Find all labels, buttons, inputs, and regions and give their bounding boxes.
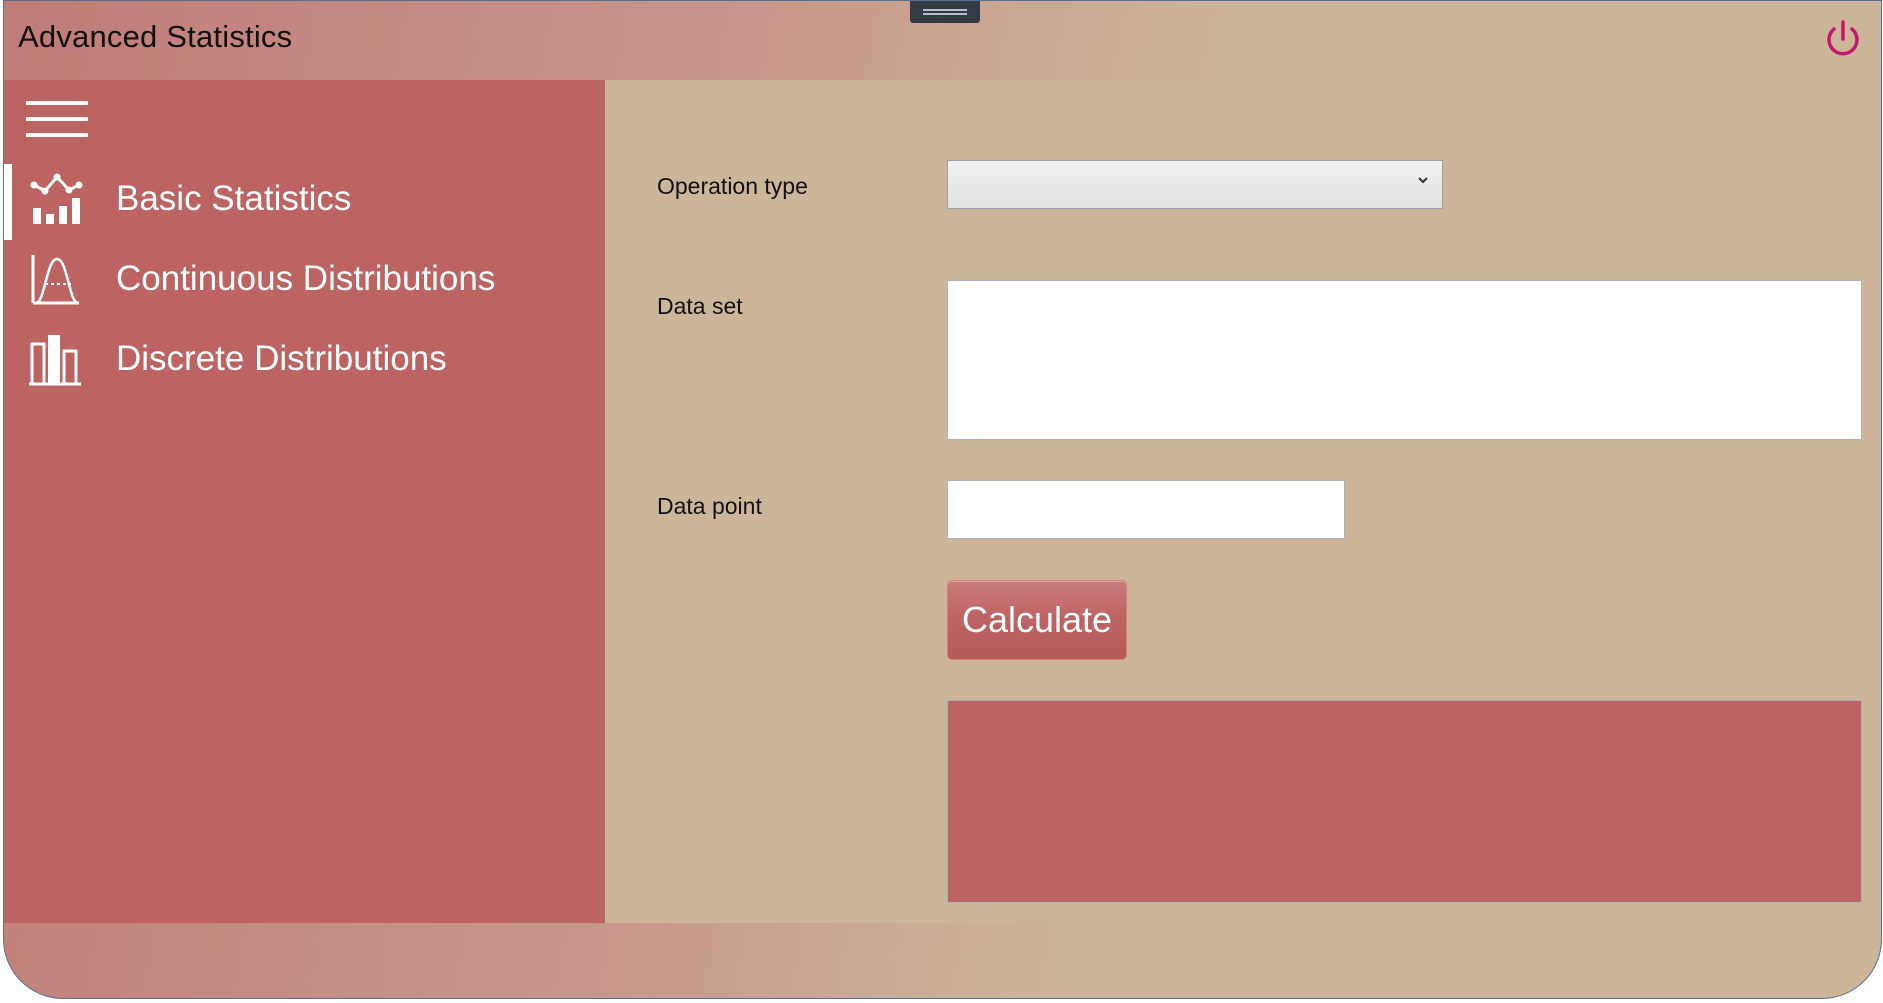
bar-chart-icon: [29, 331, 85, 387]
sidebar-item-continuous-distributions[interactable]: Continuous Distributions: [4, 241, 605, 321]
power-icon[interactable]: [1823, 19, 1863, 61]
app-window: Advanced Statistics Basic Statistics Con…: [3, 0, 1882, 999]
operation-type-dropdown[interactable]: [947, 160, 1443, 209]
result-output-panel: [947, 700, 1862, 903]
data-point-label: Data point: [657, 493, 762, 519]
sidebar-item-basic-statistics[interactable]: Basic Statistics: [4, 161, 605, 241]
window-title: Advanced Statistics: [18, 19, 293, 54]
bell-curve-icon: [29, 251, 85, 307]
window-drag-grip[interactable]: [910, 1, 980, 23]
calculate-button[interactable]: Calculate: [947, 580, 1127, 660]
chevron-down-icon: [1418, 177, 1428, 184]
selection-indicator: [4, 164, 12, 240]
data-set-textarea[interactable]: [947, 280, 1862, 440]
data-set-label: Data set: [657, 293, 743, 319]
operation-type-label: Operation type: [657, 173, 808, 199]
main-content: Operation type Data set Data point Calcu…: [605, 80, 1881, 923]
data-point-input[interactable]: [947, 480, 1345, 539]
hamburger-menu-icon[interactable]: [26, 101, 88, 139]
sidebar-item-label: Basic Statistics: [116, 179, 352, 218]
sidebar-item-discrete-distributions[interactable]: Discrete Distributions: [4, 321, 605, 401]
sidebar-item-label: Continuous Distributions: [116, 259, 496, 298]
basic-statistics-icon: [29, 171, 85, 227]
navigation-sidebar: Basic Statistics Continuous Distribution…: [4, 80, 605, 923]
sidebar-item-label: Discrete Distributions: [116, 339, 447, 378]
